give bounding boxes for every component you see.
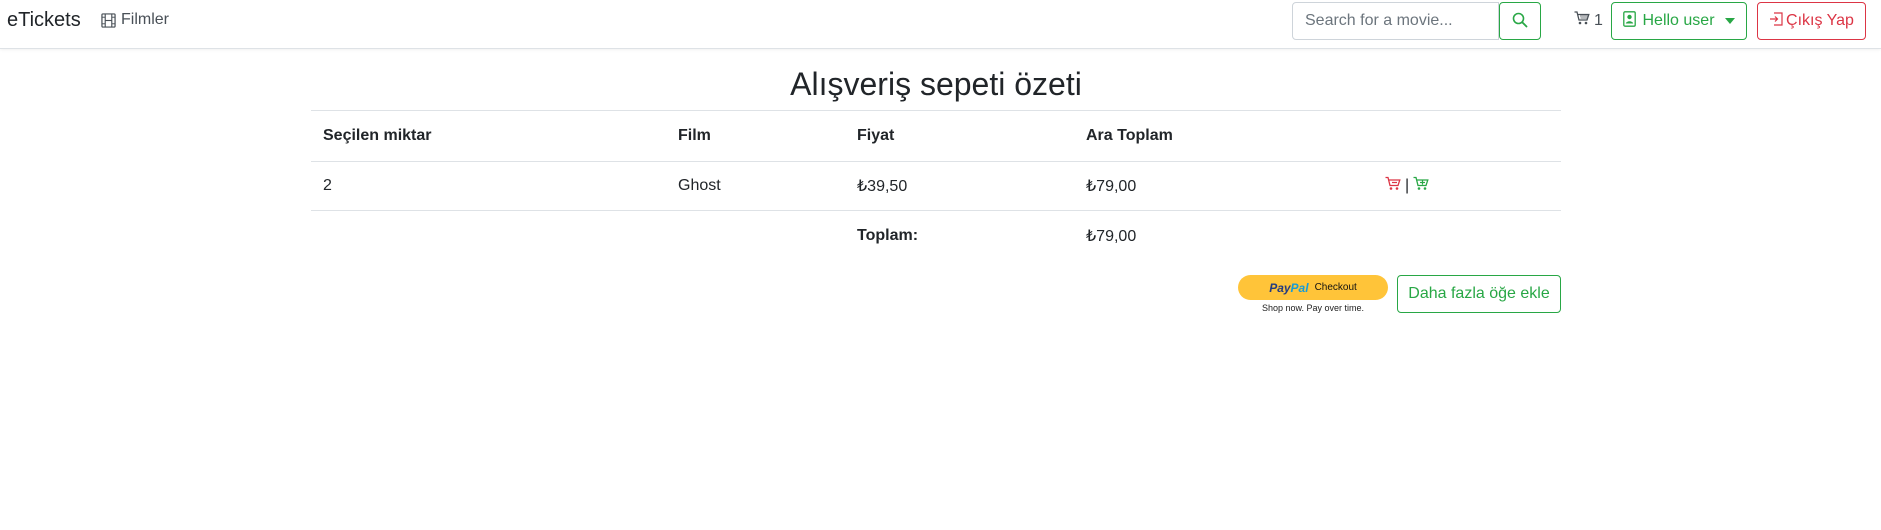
search-button[interactable] <box>1499 2 1541 40</box>
header-price: Fiyat <box>857 127 895 144</box>
logout-icon <box>1769 11 1783 31</box>
action-separator: | <box>1405 177 1410 194</box>
remove-from-cart-icon[interactable] <box>1385 176 1401 196</box>
paypal-logo: PayPal <box>1269 280 1309 295</box>
cell-film: Ghost <box>678 177 721 194</box>
user-badge-icon <box>1623 10 1637 32</box>
nav-link-movies[interactable]: Filmler <box>101 11 169 29</box>
paypal-tagline: Shop now. Pay over time. <box>1261 303 1365 313</box>
table-row: 2 Ghost ₺39,50 ₺79,00 | <box>311 162 1561 211</box>
cart-summary-table: Seçilen miktar Film Fiyat Ara Toplam 2 G… <box>311 110 1561 260</box>
page-title: Alışveriş sepeti özeti <box>790 66 1082 102</box>
paypal-checkout-button[interactable]: PayPal Checkout Shop now. Pay over time. <box>1238 275 1388 315</box>
chevron-down-icon <box>1724 18 1735 24</box>
header-film: Film <box>678 127 711 144</box>
header-quantity: Seçilen miktar <box>323 127 432 144</box>
top-navbar: eTickets Filmler 1 Hello user Çıkış Yap <box>0 0 1881 49</box>
cell-subtotal: ₺79,00 <box>1086 178 1137 195</box>
total-label: Toplam: <box>857 226 919 244</box>
table-header-row: Seçilen miktar Film Fiyat Ara Toplam <box>311 110 1561 162</box>
logout-label: Çıkış Yap <box>1786 12 1854 29</box>
nav-link-movies-label: Filmler <box>121 11 169 28</box>
add-to-cart-icon[interactable] <box>1413 176 1429 196</box>
cell-price: ₺39,50 <box>857 178 908 195</box>
add-more-items-button[interactable]: Daha fazla öğe ekle <box>1397 275 1561 313</box>
cell-quantity: 2 <box>323 177 332 194</box>
paypal-checkout-label: Checkout <box>1314 282 1357 293</box>
total-value: ₺79,00 <box>1086 227 1137 245</box>
cart-link[interactable]: 1 <box>1574 11 1603 30</box>
row-actions: | <box>1385 162 1429 210</box>
header-subtotal: Ara Toplam <box>1086 127 1173 144</box>
table-total-row: Toplam: ₺79,00 <box>311 211 1561 260</box>
logout-button[interactable]: Çıkış Yap <box>1757 2 1866 40</box>
brand-link[interactable]: eTickets <box>7 9 81 32</box>
cart-icon <box>1574 11 1590 30</box>
user-menu-button[interactable]: Hello user <box>1611 2 1747 40</box>
search-icon <box>1512 12 1528 31</box>
cart-count: 1 <box>1594 11 1603 29</box>
paypal-pill: PayPal Checkout <box>1238 275 1388 300</box>
user-menu-label: Hello user <box>1642 12 1715 29</box>
search-input[interactable] <box>1292 2 1499 40</box>
film-icon <box>101 12 116 28</box>
